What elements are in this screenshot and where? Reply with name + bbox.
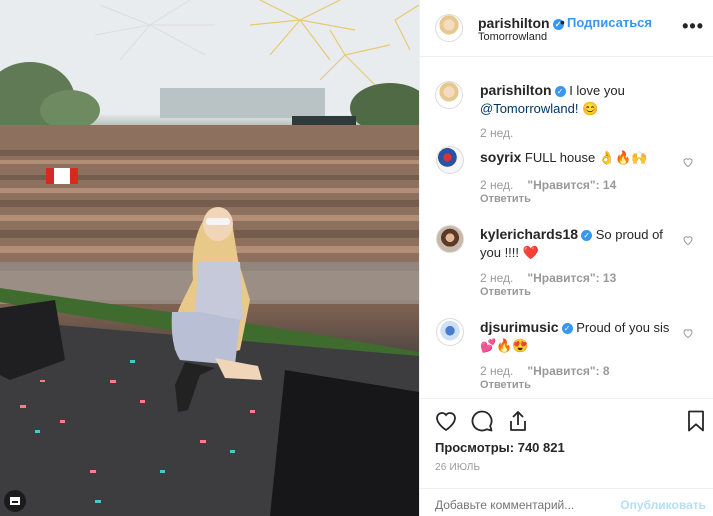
comment-username[interactable]: djsurimusic	[480, 319, 559, 335]
location-link[interactable]: Tomorrowland	[478, 31, 547, 43]
comment-meta: 2 нед. "Нравится": 8	[480, 364, 610, 378]
post-actions: Просмотры: 740 821 26 ИЮЛЬ	[420, 398, 713, 488]
heart-icon[interactable]	[434, 409, 458, 433]
comment-like-icon[interactable]	[682, 234, 694, 246]
concert-scene	[0, 0, 419, 516]
comment-input[interactable]	[435, 498, 615, 512]
post-header: parishilton ✓ • Подписаться Tomorrowland …	[420, 0, 713, 57]
avatar[interactable]	[435, 81, 463, 109]
bookmark-icon[interactable]	[684, 409, 708, 433]
post-date[interactable]: 26 ИЮЛЬ	[435, 462, 480, 473]
views-label: Просмотры:	[435, 440, 515, 455]
comment-time[interactable]: 2 нед.	[480, 178, 513, 192]
verified-icon: ✓	[561, 323, 573, 334]
instagram-post: parishilton ✓ • Подписаться Tomorrowland …	[0, 0, 713, 516]
comment-username[interactable]: soyrix	[480, 149, 521, 165]
views-count[interactable]: Просмотры: 740 821	[435, 440, 565, 455]
more-options-icon[interactable]: •••	[682, 16, 704, 37]
comment-time[interactable]: 2 нед.	[480, 364, 513, 378]
comment-text: soyrix FULL house 👌🔥🙌	[480, 148, 680, 167]
author-username-text[interactable]: parishilton	[478, 15, 550, 31]
share-icon[interactable]	[506, 409, 530, 433]
comment-likes[interactable]: "Нравится": 8	[527, 364, 609, 378]
post-photo[interactable]	[0, 0, 419, 516]
caption-username[interactable]: parishilton	[480, 82, 552, 98]
verified-icon: ✓	[581, 230, 593, 241]
avatar[interactable]	[435, 14, 463, 42]
views-value: 740 821	[517, 440, 565, 455]
comment-text: kylerichards18 ✓ So proud of you !!!! ❤️	[480, 225, 680, 262]
reply-button[interactable]: Ответить	[480, 193, 531, 205]
comment-like-icon[interactable]	[682, 156, 694, 168]
avatar[interactable]	[436, 318, 464, 346]
comment-body: FULL house 👌🔥🙌	[524, 150, 648, 165]
separator-dot: •	[560, 14, 565, 30]
avatar[interactable]	[436, 225, 464, 253]
comment-likes[interactable]: "Нравится": 13	[527, 271, 616, 285]
comment-likes[interactable]: "Нравится": 14	[527, 178, 616, 192]
caption-emoji: 😊	[582, 101, 599, 116]
camera-icon[interactable]	[4, 490, 26, 512]
caption-time[interactable]: 2 нед.	[480, 126, 513, 140]
comment-like-icon[interactable]	[682, 327, 694, 339]
caption-text: parishilton ✓ I love you @Tomorrowland! 😊	[480, 81, 680, 118]
author-username[interactable]: parishilton ✓	[478, 15, 564, 31]
comment-meta: 2 нед. "Нравится": 13	[480, 271, 616, 285]
avatar[interactable]	[436, 146, 464, 174]
follow-button[interactable]: Подписаться	[567, 15, 652, 30]
comment-time[interactable]: 2 нед.	[480, 271, 513, 285]
comment-icon[interactable]	[470, 409, 494, 433]
reply-button[interactable]: Ответить	[480, 286, 531, 298]
comment-meta: 2 нед. "Нравится": 14	[480, 178, 616, 192]
comment-username[interactable]: kylerichards18	[480, 226, 578, 242]
caption-body: I love you	[569, 83, 625, 98]
add-comment-bar: Опубликовать	[420, 488, 713, 516]
comment-text: djsurimusic ✓ Proud of you sis 💕🔥😍	[480, 318, 680, 355]
post-side-panel: parishilton ✓ • Подписаться Tomorrowland …	[419, 0, 713, 516]
reply-button[interactable]: Ответить	[480, 379, 531, 391]
caption-mention[interactable]: @Tomorrowland!	[480, 101, 578, 116]
publish-button[interactable]: Опубликовать	[620, 498, 706, 512]
verified-icon: ✓	[554, 86, 566, 97]
